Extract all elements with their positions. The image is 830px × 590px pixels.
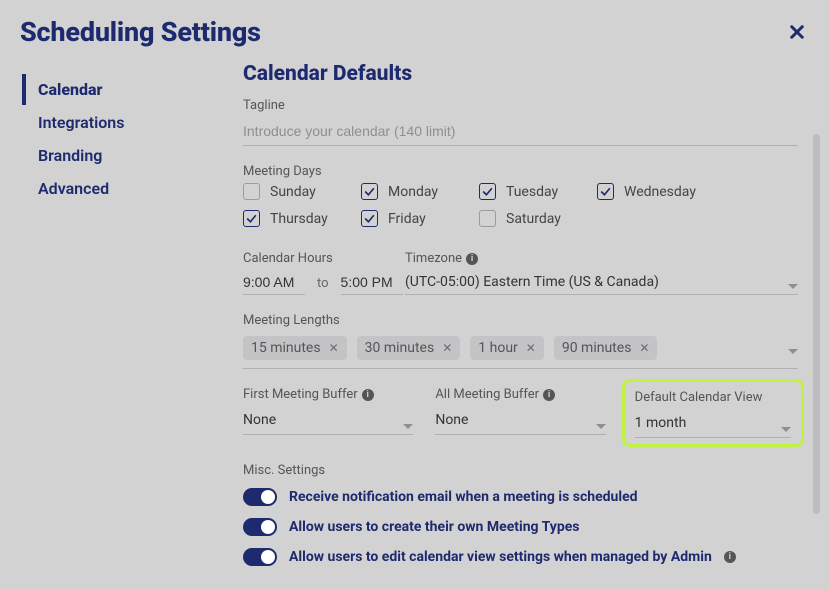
day-monday: Monday — [361, 183, 479, 200]
chip-length-0: 15 minutes ✕ — [243, 336, 347, 360]
sidebar-item-branding[interactable]: Branding — [22, 140, 219, 171]
tagline-label: Tagline — [243, 98, 798, 113]
buffers-row: First Meeting Buffer i None All Meeting … — [243, 387, 798, 441]
sidebar-item-label: Branding — [38, 146, 102, 165]
day-friday: Friday — [361, 210, 479, 227]
checkbox-saturday[interactable] — [479, 210, 496, 227]
all-buffer-value: None — [435, 406, 605, 435]
chevron-down-icon — [781, 427, 791, 432]
info-icon: i — [466, 253, 478, 265]
checkbox-wednesday[interactable] — [597, 183, 614, 200]
chip-label: 1 hour — [478, 340, 518, 356]
chip-label: 15 minutes — [251, 340, 321, 356]
meeting-days: Sunday Monday Tuesday Wednesday — [243, 183, 798, 237]
chip-length-2: 1 hour ✕ — [470, 336, 544, 360]
misc-item-1: Allow users to create their own Meeting … — [243, 518, 798, 536]
day-label: Sunday — [270, 184, 316, 200]
info-icon: i — [724, 551, 736, 563]
section-title: Calendar Defaults — [243, 62, 798, 86]
default-view-value: 1 month — [635, 409, 791, 438]
sidebar-item-advanced[interactable]: Advanced — [22, 173, 219, 204]
close-icon — [788, 23, 806, 41]
day-thursday: Thursday — [243, 210, 361, 227]
meeting-lengths-label: Meeting Lengths — [243, 313, 798, 328]
default-view-label: Default Calendar View — [635, 390, 791, 405]
info-icon: i — [362, 389, 374, 401]
toggle-user-meeting-types[interactable] — [243, 518, 277, 536]
day-label: Thursday — [270, 211, 328, 227]
settings-modal: Scheduling Settings Calendar Integration… — [0, 0, 830, 590]
meeting-days-label: Meeting Days — [243, 164, 798, 179]
sidebar-item-label: Calendar — [38, 80, 103, 99]
sidebar-item-integrations[interactable]: Integrations — [22, 107, 219, 138]
close-button[interactable] — [784, 19, 810, 45]
misc-label: Allow users to create their own Meeting … — [289, 519, 579, 535]
sidebar-item-label: Integrations — [38, 113, 124, 132]
chevron-down-icon — [788, 284, 798, 289]
timezone-label: Timezone i — [405, 251, 798, 266]
hours-from-input[interactable] — [243, 270, 305, 295]
all-buffer-select[interactable]: None — [435, 406, 605, 435]
misc-label: Receive notification email when a meetin… — [289, 489, 638, 505]
hours-to-label: to — [315, 276, 331, 295]
toggle-notification-email[interactable] — [243, 488, 277, 506]
meeting-lengths-select[interactable]: 15 minutes ✕ 30 minutes ✕ 1 hour ✕ 90 minut… — [243, 332, 798, 369]
misc-settings-label: Misc. Settings — [243, 463, 798, 478]
chevron-down-icon — [403, 424, 413, 429]
day-saturday: Saturday — [479, 210, 597, 227]
hours-row: Calendar Hours to Timezone i — [243, 251, 798, 295]
day-tuesday: Tuesday — [479, 183, 597, 200]
misc-label: Allow users to edit calendar view settin… — [289, 549, 712, 565]
sidebar-item-calendar[interactable]: Calendar — [22, 74, 219, 105]
tagline-input[interactable] — [243, 117, 798, 146]
misc-item-2: Allow users to edit calendar view settin… — [243, 548, 798, 566]
chip-remove-icon[interactable]: ✕ — [329, 341, 339, 355]
day-wednesday: Wednesday — [597, 183, 715, 200]
timezone-select[interactable]: (UTC-05:00) Eastern Time (US & Canada) — [405, 270, 798, 295]
chevron-down-icon — [596, 424, 606, 429]
scrollbar-thumb[interactable] — [813, 134, 820, 514]
day-label: Saturday — [506, 211, 561, 227]
misc-item-0: Receive notification email when a meetin… — [243, 488, 798, 506]
chevron-down-icon — [788, 349, 798, 354]
chip-remove-icon[interactable]: ✕ — [526, 341, 536, 355]
calendar-hours-label: Calendar Hours — [243, 251, 393, 266]
checkbox-sunday[interactable] — [243, 183, 260, 200]
chip-remove-icon[interactable]: ✕ — [639, 341, 649, 355]
modal-title: Scheduling Settings — [20, 16, 261, 48]
sidebar-item-label: Advanced — [38, 179, 109, 198]
chip-label: 30 minutes — [365, 340, 435, 356]
chip-length-3: 90 minutes ✕ — [554, 336, 658, 360]
toggle-user-calendar-view[interactable] — [243, 548, 277, 566]
checkbox-friday[interactable] — [361, 210, 378, 227]
sidebar: Calendar Integrations Branding Advanced — [4, 54, 229, 590]
timezone-value: (UTC-05:00) Eastern Time (US & Canada) — [405, 270, 798, 295]
chip-remove-icon[interactable]: ✕ — [442, 341, 452, 355]
chip-length-1: 30 minutes ✕ — [357, 336, 461, 360]
info-icon: i — [543, 389, 555, 401]
day-label: Wednesday — [624, 184, 696, 200]
checkbox-monday[interactable] — [361, 183, 378, 200]
day-label: Friday — [388, 211, 426, 227]
checkbox-thursday[interactable] — [243, 210, 260, 227]
default-view-select[interactable]: 1 month — [635, 409, 791, 438]
all-buffer-label: All Meeting Buffer i — [435, 387, 605, 402]
modal-body: Calendar Integrations Branding Advanced … — [4, 54, 826, 590]
day-label: Monday — [388, 184, 438, 200]
chip-label: 90 minutes — [562, 340, 632, 356]
checkbox-tuesday[interactable] — [479, 183, 496, 200]
content-pane[interactable]: Calendar Defaults Tagline Meeting Days S… — [229, 54, 826, 590]
first-buffer-value: None — [243, 406, 413, 435]
day-sunday: Sunday — [243, 183, 361, 200]
day-label: Tuesday — [506, 184, 558, 200]
first-buffer-select[interactable]: None — [243, 406, 413, 435]
hours-to-input[interactable] — [341, 270, 403, 295]
modal-header: Scheduling Settings — [4, 4, 826, 54]
default-view-highlight: Default Calendar View 1 month — [622, 379, 804, 447]
first-buffer-label: First Meeting Buffer i — [243, 387, 413, 402]
